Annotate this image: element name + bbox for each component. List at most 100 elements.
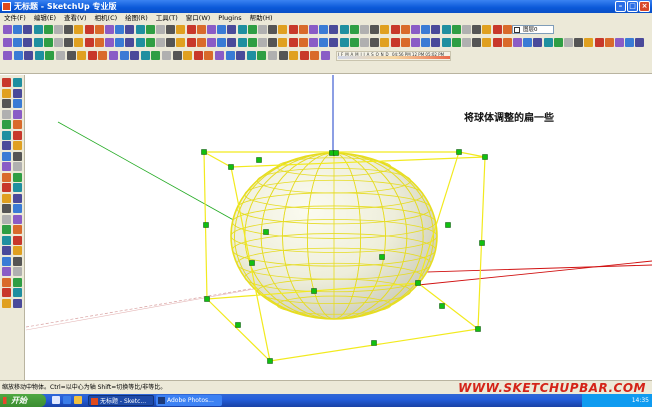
toolbar-tool-icon[interactable] — [380, 25, 390, 34]
toolbar-tool-icon[interactable] — [135, 38, 145, 47]
scale-grip-handle[interactable] — [256, 157, 262, 163]
toolbar-tool-icon[interactable] — [125, 38, 135, 47]
toolbar-tool-icon[interactable] — [502, 38, 512, 47]
toolbar-tool-icon[interactable] — [183, 51, 193, 60]
toolbar-tool-icon[interactable] — [237, 38, 247, 47]
scale-grip-handle[interactable] — [456, 149, 462, 155]
left-tool-icon[interactable] — [13, 141, 22, 150]
toolbar-tool-icon[interactable] — [115, 38, 125, 47]
toolbar-tool-icon[interactable] — [115, 25, 125, 34]
scale-grip-handle[interactable] — [267, 358, 273, 364]
left-tool-icon[interactable] — [2, 246, 11, 255]
toolbar-tool-icon[interactable] — [309, 25, 318, 34]
left-tool-icon[interactable] — [13, 120, 22, 129]
scale-grip-handle[interactable] — [439, 303, 445, 309]
maximize-button[interactable]: □ — [627, 1, 638, 12]
menu-view[interactable]: 查看(V) — [60, 13, 91, 23]
toolbar-tool-icon[interactable] — [43, 25, 53, 34]
left-tool-icon[interactable] — [13, 235, 22, 245]
left-tool-icon[interactable] — [2, 88, 11, 98]
toolbar-tool-icon[interactable] — [298, 38, 308, 47]
toolbar-tool-icon[interactable] — [196, 38, 206, 47]
toolbar-tool-icon[interactable] — [339, 38, 349, 47]
flattened-sphere[interactable] — [230, 152, 438, 320]
model-viewport[interactable]: 将球体调整的扁一些 — [26, 75, 652, 380]
left-tool-icon[interactable] — [13, 298, 22, 308]
scale-grip-handle[interactable] — [445, 222, 451, 228]
toolbar-tool-icon[interactable] — [502, 25, 512, 34]
left-tool-icon[interactable] — [13, 277, 22, 287]
left-tool-icon[interactable] — [13, 214, 22, 224]
toolbar-tool-icon[interactable] — [77, 51, 87, 60]
toolbar-tool-icon[interactable] — [196, 25, 206, 34]
left-tool-icon[interactable] — [13, 246, 22, 255]
toolbar-tool-icon[interactable] — [349, 38, 359, 47]
toolbar-tool-icon[interactable] — [156, 38, 165, 47]
toolbar-tool-icon[interactable] — [288, 25, 298, 34]
left-tool-icon[interactable] — [13, 130, 22, 140]
toolbar-tool-icon[interactable] — [360, 25, 369, 34]
toolbar-tool-icon[interactable] — [492, 25, 502, 34]
toolbar-tool-icon[interactable] — [237, 25, 247, 34]
scale-grip-handle[interactable] — [249, 260, 255, 266]
toolbar-tool-icon[interactable] — [257, 51, 267, 60]
folder-icon[interactable] — [74, 396, 82, 404]
toolbar-tool-icon[interactable] — [186, 38, 196, 47]
toolbar-tool-icon[interactable] — [33, 38, 43, 47]
toolbar-tool-icon[interactable] — [574, 38, 584, 47]
toolbar-tool-icon[interactable] — [225, 51, 235, 60]
toolbar-tool-icon[interactable] — [431, 38, 441, 47]
left-tool-icon[interactable] — [2, 99, 11, 108]
left-tool-icon[interactable] — [2, 288, 11, 297]
toolbar-tool-icon[interactable] — [54, 25, 63, 34]
toolbar-tool-icon[interactable] — [207, 25, 216, 34]
start-button[interactable]: 开始 — [0, 394, 46, 407]
toolbar-tool-icon[interactable] — [268, 38, 278, 47]
toolbar-tool-icon[interactable] — [482, 38, 492, 47]
toolbar-tool-icon[interactable] — [482, 25, 492, 34]
toolbar-tool-icon[interactable] — [166, 25, 176, 34]
left-tool-icon[interactable] — [2, 172, 11, 182]
toolbar-tool-icon[interactable] — [176, 25, 186, 34]
toolbar-tool-icon[interactable] — [13, 51, 23, 60]
toolbar-tool-icon[interactable] — [23, 25, 33, 34]
toolbar-tool-icon[interactable] — [64, 25, 74, 34]
toolbar-tool-icon[interactable] — [360, 38, 369, 47]
toolbar-tool-icon[interactable] — [472, 25, 482, 34]
toolbar-tool-icon[interactable] — [451, 25, 461, 34]
toolbar-tool-icon[interactable] — [289, 51, 299, 60]
left-tool-icon[interactable] — [2, 193, 11, 203]
toolbar-tool-icon[interactable] — [215, 51, 224, 60]
ie-icon[interactable] — [63, 396, 71, 404]
toolbar-tool-icon[interactable] — [66, 51, 76, 60]
toolbar-tool-icon[interactable] — [492, 38, 502, 47]
toolbar-tool-icon[interactable] — [227, 25, 237, 34]
toolbar-tool-icon[interactable] — [441, 38, 451, 47]
shadow-time-slider[interactable] — [338, 56, 450, 59]
left-tool-icon[interactable] — [13, 225, 22, 234]
toolbar-tool-icon[interactable] — [135, 25, 145, 34]
taskbar-item-sketchup[interactable]: 无标题 - Sketc... — [88, 395, 154, 406]
toolbar-tool-icon[interactable] — [319, 38, 329, 47]
toolbar-tool-icon[interactable] — [176, 38, 186, 47]
scale-grip-handle[interactable] — [201, 149, 207, 155]
toolbar-tool-icon[interactable] — [299, 51, 309, 60]
toolbar-tool-icon[interactable] — [604, 38, 614, 47]
toolbar-tool-icon[interactable] — [370, 38, 380, 47]
toolbar-tool-icon[interactable] — [431, 25, 441, 34]
toolbar-tool-icon[interactable] — [421, 25, 431, 34]
menu-edit[interactable]: 编辑(E) — [30, 13, 60, 23]
left-tool-icon[interactable] — [2, 204, 11, 213]
toolbar-tool-icon[interactable] — [310, 51, 320, 60]
toolbar-tool-icon[interactable] — [45, 51, 55, 60]
toolbar-tool-icon[interactable] — [24, 51, 34, 60]
left-tool-icon[interactable] — [2, 267, 11, 276]
toolbar-tool-icon[interactable] — [84, 25, 94, 34]
left-tool-icon[interactable] — [13, 183, 22, 192]
toolbar-tool-icon[interactable] — [370, 25, 380, 34]
toolbar-tool-icon[interactable] — [411, 25, 420, 34]
toolbar-tool-icon[interactable] — [125, 25, 135, 34]
menu-help[interactable]: 帮助(H) — [246, 13, 277, 23]
toolbar-tool-icon[interactable] — [13, 25, 23, 34]
toolbar-tool-icon[interactable] — [246, 51, 256, 60]
